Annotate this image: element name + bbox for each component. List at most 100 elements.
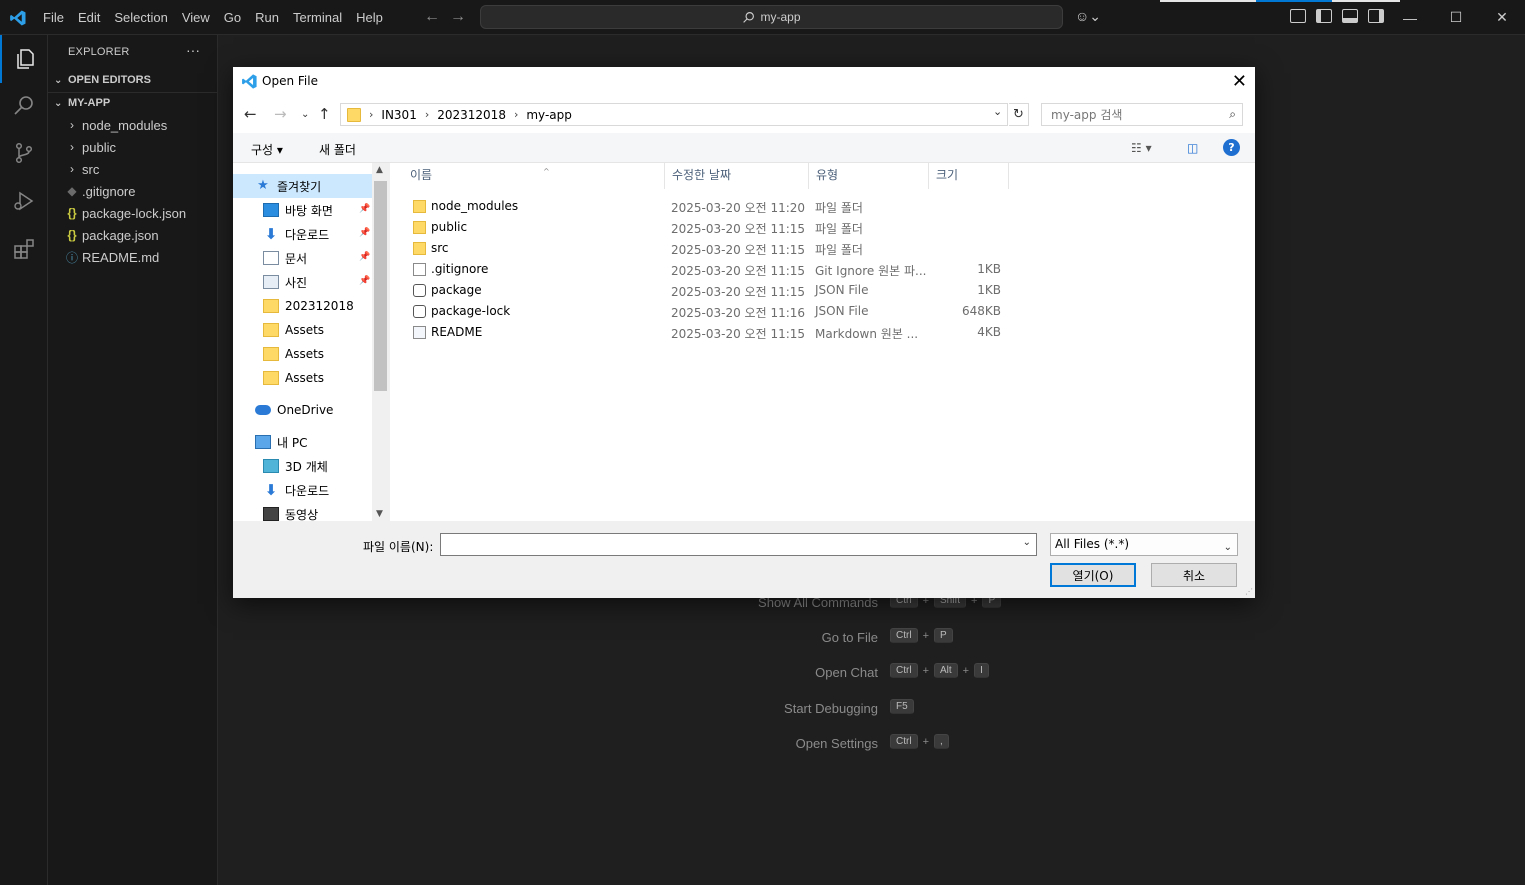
scroll-down-icon[interactable]: ▼ xyxy=(376,509,383,519)
file-row[interactable]: src 2025-03-20 오전 11:15 파일 폴더 xyxy=(390,238,1255,259)
navigation-scrollbar[interactable]: ▲ ▼ xyxy=(372,163,389,521)
copilot-icon[interactable]: ☺⌄ xyxy=(1075,8,1101,25)
shortcut-label[interactable]: Open Chat xyxy=(815,665,878,680)
project-section[interactable]: ⌄ MY-APP xyxy=(54,92,110,114)
toggle-secondary-sidebar-icon[interactable] xyxy=(1368,9,1384,23)
breadcrumb-item[interactable]: 202312018 xyxy=(433,108,510,122)
nav-item[interactable]: 3D 개체 xyxy=(233,454,372,478)
file-row[interactable]: README 2025-03-20 오전 11:15 Markdown 원본 ...… xyxy=(390,322,1255,343)
shortcut-label[interactable]: Open Settings xyxy=(796,736,878,751)
file-row[interactable]: package 2025-03-20 오전 11:15 JSON File 1KB xyxy=(390,280,1255,301)
column-header[interactable]: 크기 xyxy=(929,163,1009,189)
customize-layout-icon[interactable] xyxy=(1290,9,1306,23)
column-header[interactable]: 유형 xyxy=(809,163,929,189)
chevron-down-icon[interactable]: ⌄ xyxy=(1023,537,1031,548)
close-window-icon[interactable]: ✕ xyxy=(1479,0,1525,35)
refresh-icon: ↻ xyxy=(1013,107,1024,122)
back-arrow-icon[interactable]: ← xyxy=(424,8,440,26)
gear-file-icon xyxy=(413,263,426,276)
tree-item-label: public xyxy=(82,139,116,155)
menu-item-run[interactable]: Run xyxy=(248,0,286,35)
dialog-close-icon[interactable]: ✕ xyxy=(1232,71,1247,92)
recent-locations-icon[interactable]: ⌄ xyxy=(301,109,309,120)
breadcrumb-item[interactable]: IN301 xyxy=(377,108,420,122)
shortcut-label[interactable]: Start Debugging xyxy=(784,701,878,716)
nav-item[interactable]: Assets xyxy=(233,318,372,342)
tree-item-label: README.md xyxy=(82,249,160,265)
nav-item[interactable]: 사진 📌 xyxy=(233,270,372,294)
git-icon: ◆ xyxy=(67,184,77,198)
address-dropdown-icon[interactable]: ⌄ xyxy=(993,105,1002,118)
search-activity[interactable] xyxy=(0,81,48,129)
nav-item[interactable]: 동영상 xyxy=(233,502,372,521)
menu-item-edit[interactable]: Edit xyxy=(71,0,107,35)
scrollbar-thumb[interactable] xyxy=(374,181,387,391)
tree-item[interactable]: › public xyxy=(62,136,116,158)
organize-button[interactable]: 구성 ▾ xyxy=(251,141,283,158)
menu-item-view[interactable]: View xyxy=(175,0,217,35)
file-type: Git Ignore 원본 파... xyxy=(815,264,927,278)
tree-item[interactable]: {} package.json xyxy=(62,224,158,246)
explorer-activity[interactable] xyxy=(0,35,48,83)
file-row[interactable]: .gitignore 2025-03-20 오전 11:15 Git Ignore … xyxy=(390,259,1255,280)
menu-item-terminal[interactable]: Terminal xyxy=(286,0,349,35)
more-actions-icon[interactable]: ··· xyxy=(186,42,200,58)
cancel-button[interactable]: 취소 xyxy=(1151,563,1237,587)
address-bar[interactable]: › IN301 › 202312018 › my-app xyxy=(340,103,1008,126)
refresh-button[interactable]: ↻ xyxy=(1009,103,1029,126)
scroll-up-icon[interactable]: ▲ xyxy=(376,165,383,175)
up-arrow-icon[interactable]: ↑ xyxy=(318,105,331,123)
nav-item-label: OneDrive xyxy=(277,403,334,417)
menu-item-go[interactable]: Go xyxy=(217,0,248,35)
file-size: 1KB xyxy=(977,283,1001,297)
preview-pane-icon[interactable]: ◫ xyxy=(1187,141,1198,155)
menu-item-selection[interactable]: Selection xyxy=(107,0,174,35)
resize-grip-icon[interactable]: ⋰ xyxy=(1245,587,1253,596)
filename-input[interactable]: ⌄ xyxy=(440,533,1037,556)
new-folder-button[interactable]: 새 폴더 xyxy=(319,141,356,158)
nav-item[interactable]: OneDrive xyxy=(233,398,372,422)
menu-item-help[interactable]: Help xyxy=(349,0,390,35)
nav-item[interactable]: ⬇ 다운로드 xyxy=(233,478,372,502)
nav-item[interactable]: 문서 📌 xyxy=(233,246,372,270)
breadcrumb-item[interactable]: my-app xyxy=(522,108,576,122)
file-row[interactable]: public 2025-03-20 오전 11:15 파일 폴더 xyxy=(390,217,1255,238)
forward-arrow-icon[interactable]: → xyxy=(274,105,287,123)
extensions-activity[interactable] xyxy=(0,225,48,273)
nav-item[interactable]: ⬇ 다운로드 📌 xyxy=(233,222,372,246)
column-header[interactable]: 수정한 날짜 xyxy=(665,163,809,189)
nav-item[interactable]: 202312018 xyxy=(233,294,372,318)
command-center[interactable]: my-app xyxy=(480,5,1063,29)
tree-item[interactable]: › src xyxy=(62,158,99,180)
menu-item-file[interactable]: File xyxy=(36,0,71,35)
maximize-icon[interactable]: ☐ xyxy=(1433,0,1479,35)
open-editors-section[interactable]: ⌄ OPEN EDITORS xyxy=(54,69,151,91)
source-control-activity[interactable] xyxy=(0,129,48,177)
nav-item[interactable]: ★ 즐겨찾기 xyxy=(233,174,372,198)
tree-item[interactable]: ◆ .gitignore xyxy=(62,180,135,202)
nav-item[interactable]: 바탕 화면 📌 xyxy=(233,198,372,222)
tree-item[interactable]: › node_modules xyxy=(62,114,167,136)
view-options-icon[interactable]: ☷ ▾ xyxy=(1131,141,1152,155)
column-header[interactable]: 이름 ^ xyxy=(403,163,665,189)
shortcut-label[interactable]: Go to File xyxy=(822,630,878,645)
filetype-select[interactable]: All Files (*.*) ⌄ xyxy=(1050,533,1238,556)
run-debug-activity[interactable] xyxy=(0,177,48,225)
search-input[interactable]: my-app 검색 ⌕ xyxy=(1041,103,1243,126)
help-icon[interactable]: ? xyxy=(1223,139,1240,156)
tree-item[interactable]: ⓘ README.md xyxy=(62,246,159,268)
file-row[interactable]: package-lock 2025-03-20 오전 11:16 JSON File… xyxy=(390,301,1255,322)
nav-item[interactable]: Assets xyxy=(233,342,372,366)
minimize-icon[interactable]: — xyxy=(1387,0,1433,35)
forward-arrow-icon[interactable]: → xyxy=(450,8,466,26)
file-row[interactable]: node_modules 2025-03-20 오전 11:20 파일 폴더 xyxy=(390,196,1255,217)
file-date: 2025-03-20 오전 11:15 xyxy=(671,222,806,236)
nav-item[interactable]: 내 PC xyxy=(233,430,372,454)
nav-item[interactable]: Assets xyxy=(233,366,372,390)
column-header-label: 수정한 날짜 xyxy=(672,168,732,182)
open-button[interactable]: 열기(O) xyxy=(1050,563,1136,587)
back-arrow-icon[interactable]: ← xyxy=(244,105,257,123)
toggle-primary-sidebar-icon[interactable] xyxy=(1316,9,1332,23)
toggle-panel-icon[interactable] xyxy=(1342,9,1358,23)
tree-item[interactable]: {} package-lock.json xyxy=(62,202,186,224)
